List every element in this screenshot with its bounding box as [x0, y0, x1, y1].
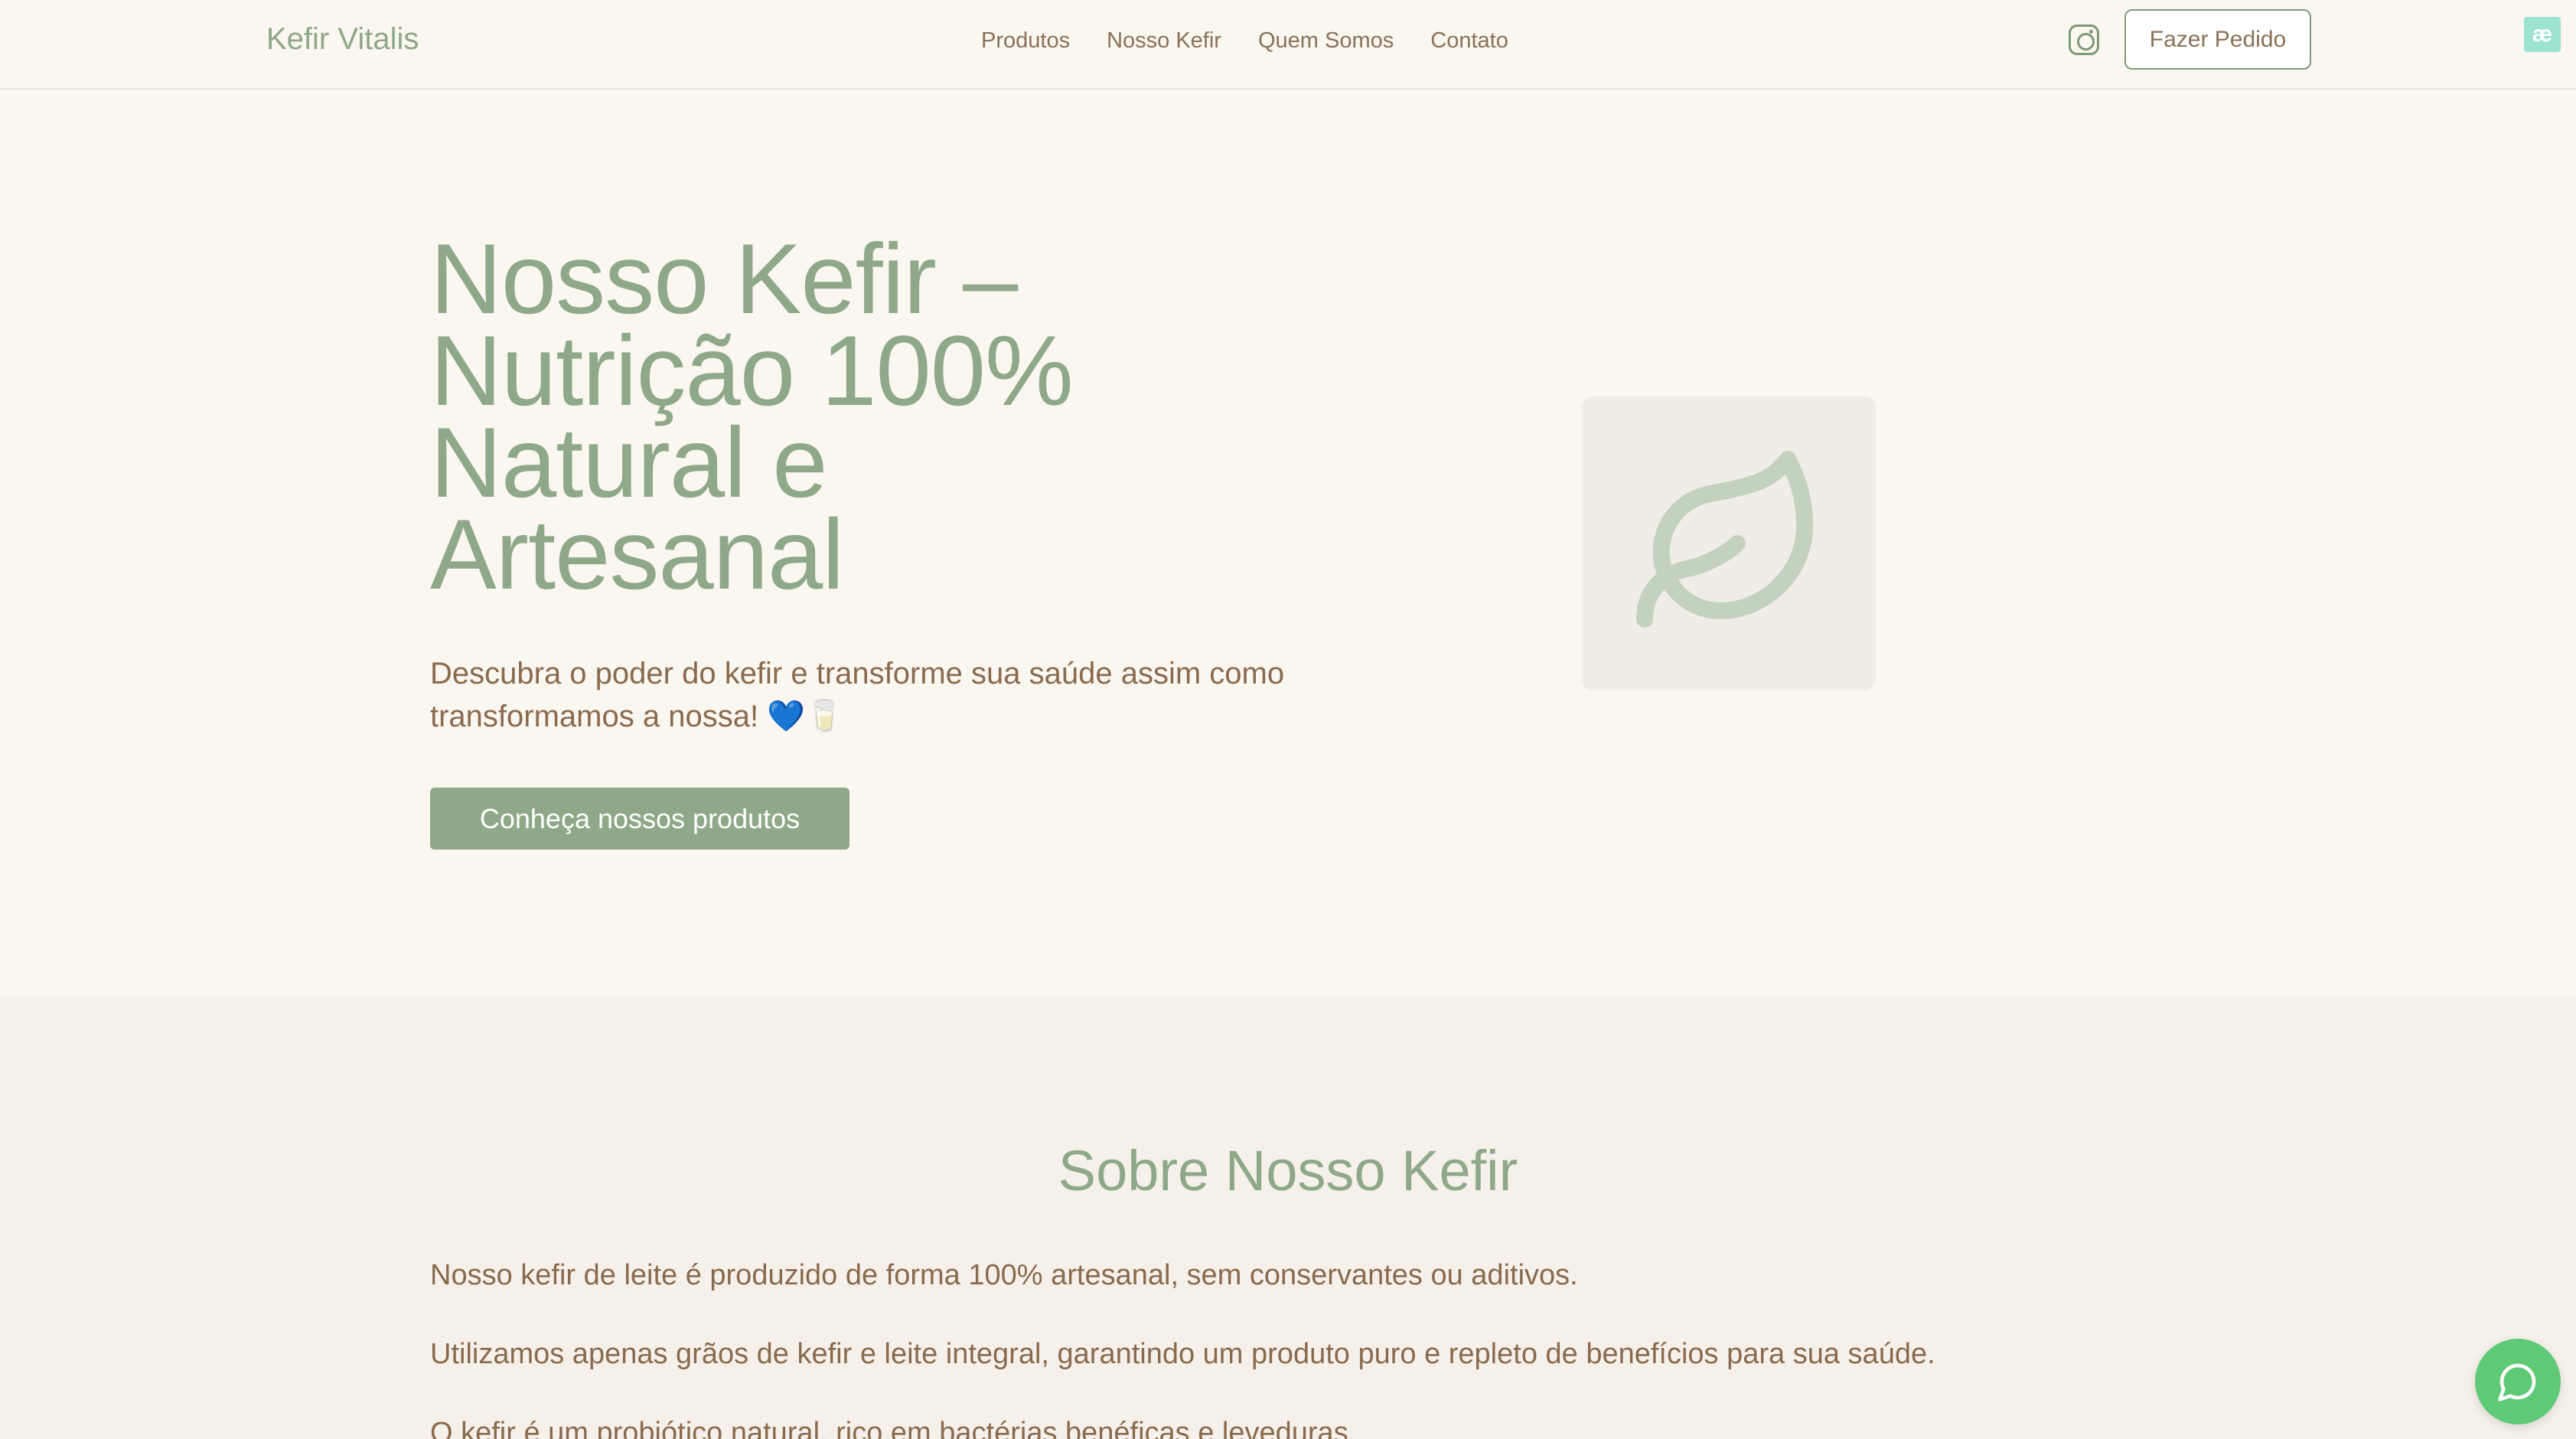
brand-logo[interactable]: Kefir Vitalis [266, 20, 419, 58]
nav-contato[interactable]: Contato [1430, 25, 1508, 56]
leaf-icon [1636, 451, 1813, 628]
site-header: Kefir Vitalis Produtos Nosso Kefir Quem … [0, 0, 2576, 90]
nav-nosso-kefir[interactable]: Nosso Kefir [1107, 25, 1221, 56]
hero-section: Nosso Kefir – Nutrição 100% Natural e Ar… [0, 90, 2576, 996]
hero-subtitle: Descubra o poder do kefir e transforme s… [430, 657, 1285, 733]
about-paragraph: Utilizamos apenas grãos de kefir e leite… [430, 1338, 1935, 1370]
main-nav: Produtos Nosso Kefir Quem Somos Contato [981, 25, 1508, 56]
about-paragraph: O kefir é um probiótico natural, rico em… [430, 1417, 1357, 1439]
ae-badge[interactable]: æ [2524, 17, 2561, 52]
chat-bubble-icon [2498, 1363, 2536, 1401]
chat-button[interactable] [2475, 1339, 2561, 1424]
about-section: Sobre Nosso Kefir Nosso kefir de leite é… [0, 996, 2576, 1439]
nav-quem-somos[interactable]: Quem Somos [1258, 25, 1394, 56]
hero-image-card [1582, 396, 1876, 690]
nav-produtos[interactable]: Produtos [981, 25, 1070, 56]
order-button[interactable]: Fazer Pedido [2124, 9, 2311, 70]
instagram-icon[interactable] [2069, 24, 2099, 55]
hero-title: Nosso Kefir – Nutrição 100% Natural e Ar… [430, 223, 1074, 610]
products-cta-button[interactable]: Conheça nossos produtos [430, 788, 849, 850]
about-title: Sobre Nosso Kefir [1058, 1139, 1518, 1202]
about-paragraph: Nosso kefir de leite é produzido de form… [430, 1259, 1578, 1291]
